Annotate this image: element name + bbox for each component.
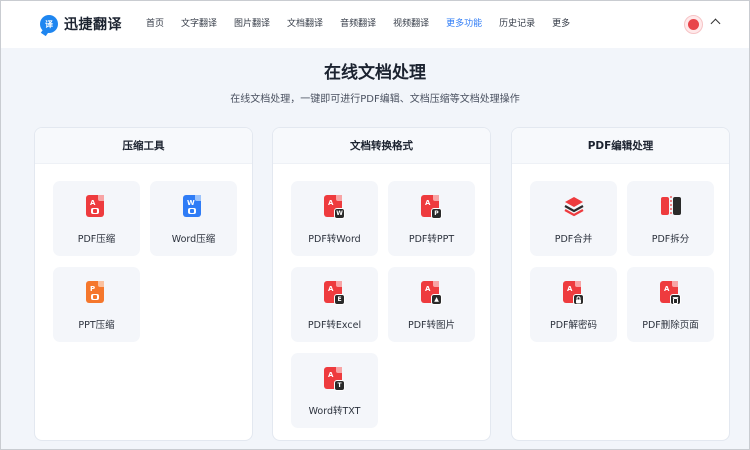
avatar-image (688, 19, 699, 30)
pdf-to-ppt-icon: A P (421, 195, 442, 219)
tool-word-to-txt[interactable]: A T Word转TXT (291, 353, 378, 428)
page-subtitle: 在线文档处理，一键即可进行PDF编辑、文档压缩等文档处理操作 (230, 94, 520, 105)
tool-label: PDF转PPT (408, 234, 455, 245)
nav-item-document-translate[interactable]: 文档翻译 (287, 17, 323, 31)
pdf-compress-icon: A (86, 195, 107, 219)
tool-pdf-merge[interactable]: PDF合并 (530, 181, 617, 256)
trash-icon (670, 294, 681, 305)
tool-pdf-compress[interactable]: A PDF压缩 (53, 181, 140, 256)
nav-item-video-translate[interactable]: 视频翻译 (393, 17, 429, 31)
chevron-up-icon[interactable] (710, 18, 721, 29)
pdf-to-image-icon: A ▲ (421, 281, 442, 305)
nav-item-image-translate[interactable]: 图片翻译 (234, 17, 270, 31)
tool-label: Word压缩 (171, 234, 216, 245)
page-title: 在线文档处理 (324, 63, 426, 83)
pdf-to-word-icon: A W (324, 195, 345, 219)
pdf-unlock-icon: A (563, 281, 584, 305)
tool-label: PDF转图片 (407, 320, 455, 331)
tool-label: PDF删除页面 (642, 320, 699, 331)
tool-pdf-to-ppt[interactable]: A P PDF转PPT (388, 181, 475, 256)
card-pdf-editing: PDF编辑处理 PDF合并 PDF拆分 A PDF解密码 A PDF删除页面 (511, 127, 730, 441)
tool-pdf-to-excel[interactable]: A E PDF转Excel (291, 267, 378, 342)
tool-label: PDF合并 (554, 234, 593, 245)
card-title: PDF编辑处理 (512, 128, 729, 164)
tool-ppt-compress[interactable]: P PPT压缩 (53, 267, 140, 342)
tool-label: PDF拆分 (651, 234, 690, 245)
lock-icon (573, 294, 584, 305)
translate-logo-icon: 译 (40, 15, 58, 33)
tool-pdf-unlock[interactable]: A PDF解密码 (530, 267, 617, 342)
nav-item-audio-translate[interactable]: 音频翻译 (340, 17, 376, 31)
card-title: 压缩工具 (35, 128, 252, 164)
tool-pdf-delete-page[interactable]: A PDF删除页面 (627, 267, 714, 342)
tool-label: PDF转Word (308, 234, 361, 245)
tool-pdf-to-image[interactable]: A ▲ PDF转图片 (388, 267, 475, 342)
pdf-merge-icon (563, 195, 584, 219)
nav-item-home[interactable]: 首页 (146, 17, 164, 31)
brand-name: 迅捷翻译 (64, 17, 122, 33)
tool-pdf-to-word[interactable]: A W PDF转Word (291, 181, 378, 256)
ppt-compress-icon: P (86, 281, 107, 305)
tool-label: PDF解密码 (549, 320, 597, 331)
nav-item-more-features[interactable]: 更多功能 (446, 17, 482, 31)
tool-label: PDF转Excel (307, 320, 362, 331)
pdf-to-excel-icon: A E (324, 281, 345, 305)
word-to-txt-icon: A T (324, 367, 345, 391)
word-compress-icon: W (183, 195, 204, 219)
tool-label: PPT压缩 (78, 320, 115, 331)
tool-label: PDF压缩 (77, 234, 116, 245)
card-compression-tools: 压缩工具 A PDF压缩 W Word压缩 P PPT压缩 (34, 127, 253, 441)
tool-word-compress[interactable]: W Word压缩 (150, 181, 237, 256)
nav-item-text-translate[interactable]: 文字翻译 (181, 17, 217, 31)
nav-item-more[interactable]: 更多 (552, 17, 570, 31)
nav-item-history[interactable]: 历史记录 (499, 17, 535, 31)
pdf-delete-page-icon: A (660, 281, 681, 305)
top-nav-bar: 译 迅捷翻译 首页 文字翻译 图片翻译 文档翻译 音频翻译 视频翻译 更多功能 … (1, 1, 749, 48)
card-title: 文档转换格式 (273, 128, 490, 164)
tool-label: Word转TXT (308, 406, 361, 417)
brand-logo[interactable]: 译 迅捷翻译 (40, 14, 122, 34)
card-format-conversion: 文档转换格式 A W PDF转Word A P PDF转PPT A E PDF转… (272, 127, 491, 441)
pdf-split-icon (660, 195, 681, 219)
main-nav: 首页 文字翻译 图片翻译 文档翻译 音频翻译 视频翻译 更多功能 历史记录 更多 (146, 17, 587, 31)
user-avatar[interactable] (684, 15, 703, 34)
tool-pdf-split[interactable]: PDF拆分 (627, 181, 714, 256)
